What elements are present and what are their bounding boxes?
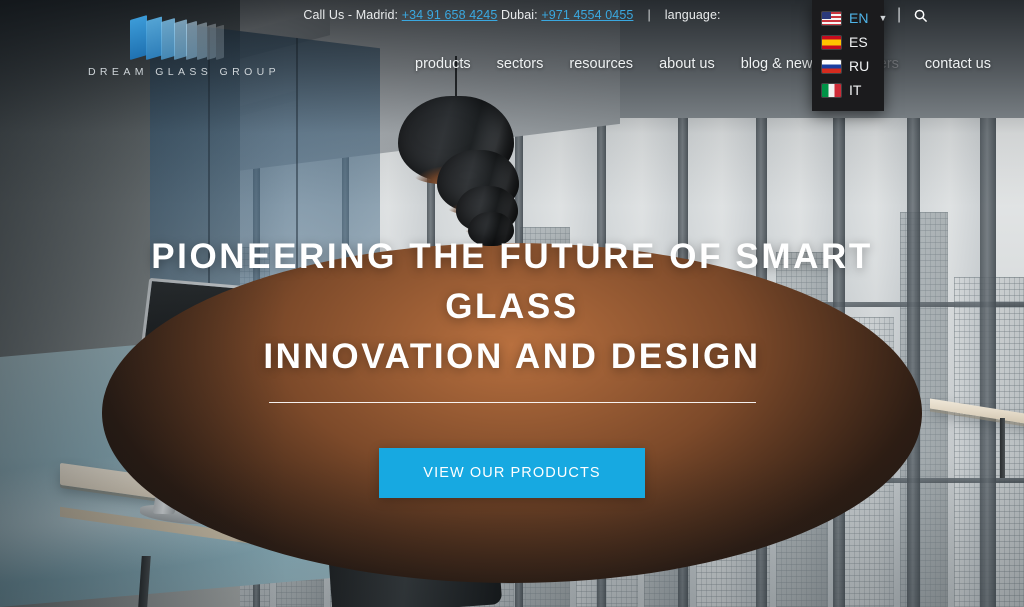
language-dropdown-panel: EN ▼ ES RU IT [812, 0, 887, 111]
language-code: IT [849, 82, 862, 98]
flag-us-icon [822, 11, 841, 25]
language-label: language: [664, 8, 721, 22]
dubai-phone-link[interactable]: +971 4554 0455 [541, 8, 633, 22]
language-selector[interactable]: EN ▼ ES RU IT [812, 0, 887, 111]
hero-headline: PIONEERING THE FUTURE OF SMART GLASS INN… [132, 232, 892, 382]
glass-panes-logo-icon [124, 8, 244, 64]
site-logo[interactable]: DREAM GLASS GROUP [84, 8, 284, 78]
dubai-label: Dubai: [501, 8, 538, 22]
madrid-phone-link[interactable]: +34 91 658 4245 [402, 8, 498, 22]
search-separator: | [897, 6, 902, 23]
view-our-products-button[interactable]: VIEW OUR PRODUCTS [379, 448, 645, 498]
primary-nav: products sectors resources about us blog… [402, 52, 1004, 76]
nav-item-products[interactable]: products [402, 52, 484, 76]
top-bar-contacts: Call Us - Madrid: +34 91 658 4245 Dubai:… [303, 8, 720, 22]
language-code: ES [849, 34, 868, 50]
language-code: EN [849, 10, 869, 26]
language-option-it[interactable]: IT [812, 78, 884, 102]
logo-wordmark: DREAM GLASS GROUP [87, 66, 281, 78]
page-root: Call Us - Madrid: +34 91 658 4245 Dubai:… [0, 0, 1024, 607]
flag-ru-icon [822, 59, 841, 73]
hero-section: PIONEERING THE FUTURE OF SMART GLASS INN… [0, 232, 1024, 498]
flag-it-icon [822, 83, 841, 97]
language-option-ru[interactable]: RU [812, 54, 884, 78]
hero-headline-line-1: PIONEERING THE FUTURE OF SMART GLASS [151, 237, 873, 326]
hero-headline-line-2: INNOVATION AND DESIGN [263, 337, 761, 376]
nav-item-sectors[interactable]: sectors [484, 52, 557, 76]
nav-item-contact-us[interactable]: contact us [912, 52, 1004, 76]
search-cluster: | [897, 0, 929, 30]
search-icon[interactable] [911, 6, 929, 24]
hero-divider [268, 402, 756, 403]
flag-es-icon [822, 35, 841, 49]
top-bar-separator: | [647, 8, 651, 22]
language-code: RU [849, 58, 870, 74]
language-option-en[interactable]: EN ▼ [812, 6, 887, 30]
nav-item-resources[interactable]: resources [556, 52, 646, 76]
nav-item-about-us[interactable]: about us [646, 52, 728, 76]
language-option-es[interactable]: ES [812, 30, 884, 54]
chevron-down-icon[interactable]: ▼ [878, 13, 887, 23]
call-us-label: Call Us - Madrid: [303, 8, 399, 22]
